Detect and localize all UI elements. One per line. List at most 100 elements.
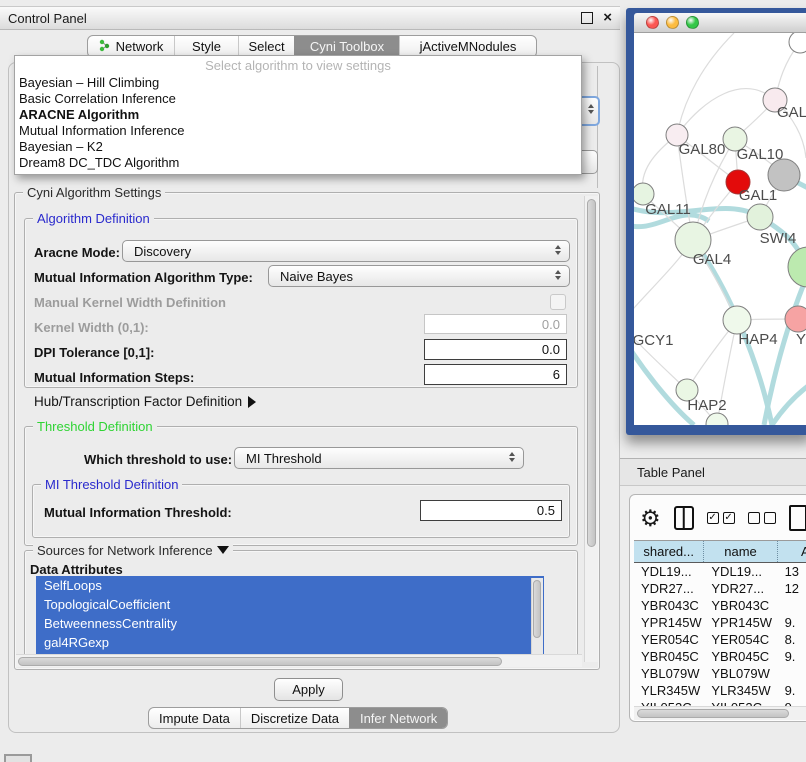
table-cell: YDL19... — [634, 563, 704, 580]
aracne-mode-combobox[interactable]: Discovery — [122, 240, 570, 262]
kernel-width-field[interactable]: 0.0 — [424, 314, 567, 334]
cyni-bottom-tabs: Impute DataDiscretize DataInfer Network — [148, 707, 448, 729]
mi-threshold-field[interactable]: 0.5 — [420, 500, 562, 521]
column-header-name[interactable]: name — [704, 541, 777, 562]
dropdown-item[interactable]: Bayesian – Hill Climbing — [15, 75, 581, 91]
which-threshold-combobox[interactable]: MI Threshold — [234, 447, 524, 469]
node-label: GAL1 — [739, 187, 777, 204]
tab-network[interactable]: Network — [88, 36, 174, 57]
dropdown-prompt: Select algorithm to view settings — [15, 56, 581, 75]
settings-scrollbar[interactable] — [584, 196, 598, 662]
tab-jactivemnodules[interactable]: jActiveMNodules — [399, 36, 536, 57]
table-row[interactable]: YIL052CYIL052C9. — [634, 699, 806, 706]
tab-select[interactable]: Select — [238, 36, 294, 57]
table-panel-titlebar: Table Panel — [620, 458, 806, 486]
network-node[interactable] — [788, 247, 806, 287]
attribute-item[interactable]: BetweennessCentrality — [36, 614, 544, 633]
manual-kernel-checkbox[interactable] — [550, 294, 566, 310]
tab-discretize-data[interactable]: Discretize Data — [240, 708, 349, 728]
mac-zoom-icon[interactable] — [686, 16, 699, 29]
apply-button[interactable]: Apply — [274, 678, 343, 701]
screenshot-root: Control Panel × NetworkStyleSelectCyni T… — [0, 0, 806, 762]
document-icon[interactable] — [789, 505, 806, 531]
network-node[interactable] — [723, 306, 751, 334]
hub-definition-toggle[interactable]: Hub/Transcription Factor Definition — [34, 394, 256, 409]
table-row[interactable]: YLR345WYLR345W9. — [634, 682, 806, 699]
dropdown-item[interactable]: Bayesian – K2 — [15, 139, 581, 155]
table-row[interactable]: YDL19...YDL19...13 — [634, 563, 806, 580]
settings-hscrollbar[interactable] — [16, 654, 582, 667]
node-label: GAL11 — [645, 201, 691, 218]
column-header-shared[interactable]: shared... — [634, 541, 704, 562]
network-window-titlebar[interactable] — [634, 13, 806, 33]
table-cell: YBR043C — [634, 597, 704, 614]
table-cell: YBR045C — [634, 648, 704, 665]
which-threshold-label: Which threshold to use: — [84, 452, 232, 467]
docked-panel-icon[interactable] — [4, 754, 32, 762]
node-label: GAL — [777, 104, 806, 121]
apply-button-label: Apply — [292, 682, 325, 697]
node-label: GAL10 — [737, 146, 784, 163]
dropdown-item[interactable]: Dream8 DC_TDC Algorithm — [15, 155, 581, 171]
table-cell: YDL19... — [704, 563, 777, 580]
network-view-window[interactable]: GALGAL80GAL10GAL1GAL11SWI4GAL4GCY1HAP4YH… — [626, 8, 806, 435]
tab-label: Select — [248, 39, 284, 54]
network-node[interactable] — [785, 306, 806, 332]
table-row[interactable]: YBL079WYBL079W — [634, 665, 806, 682]
mac-close-icon[interactable] — [646, 16, 659, 29]
network-canvas[interactable]: GALGAL80GAL10GAL1GAL11SWI4GAL4GCY1HAP4YH… — [634, 33, 806, 425]
manual-kernel-label: Manual Kernel Width Definition — [34, 295, 226, 310]
dropdown-item[interactable]: Mutual Information Inference — [15, 123, 581, 139]
sources-group-title[interactable]: Sources for Network Inference — [33, 543, 233, 558]
table-row[interactable]: YDR27...YDR27...12 — [634, 580, 806, 597]
dropdown-item[interactable]: Basic Correlation Inference — [15, 91, 581, 107]
gear-icon[interactable]: ⚙ — [640, 505, 661, 531]
table-row[interactable]: YBR045CYBR045C9. — [634, 648, 806, 665]
hide-columns-icon[interactable] — [748, 512, 776, 524]
mi-steps-field[interactable]: 6 — [424, 364, 567, 385]
network-node[interactable] — [789, 33, 806, 53]
data-attributes-list[interactable]: SelfLoopsTopologicalCoefficientBetweenne… — [36, 576, 544, 656]
node-table: shared...nameA YDL19...YDL19...13YDR27..… — [634, 540, 806, 720]
node-label: SWI4 — [760, 230, 797, 247]
attribute-item[interactable]: SelfLoops — [36, 576, 544, 595]
dropdown-item[interactable]: ARACNE Algorithm — [15, 107, 581, 123]
split-columns-icon[interactable] — [674, 506, 694, 530]
table-cell: YER054C — [704, 631, 777, 648]
network-node[interactable] — [747, 204, 773, 230]
dpi-tolerance-field[interactable]: 0.0 — [424, 339, 567, 360]
data-attributes-label: Data Attributes — [30, 562, 123, 577]
tab-label: Network — [116, 39, 164, 54]
sources-title-text: Sources for Network Inference — [37, 543, 213, 558]
mac-minimize-icon[interactable] — [666, 16, 679, 29]
table-hscrollbar[interactable] — [634, 706, 806, 720]
table-toolbar: ⚙ ✓✓ — [640, 503, 806, 533]
mi-steps-value: 6 — [553, 367, 560, 382]
mi-type-combobox[interactable]: Naive Bayes — [268, 265, 570, 287]
column-header-A[interactable]: A — [778, 541, 806, 562]
attribute-item[interactable]: gal4RGexp — [36, 633, 544, 652]
tab-cyni-toolbox[interactable]: Cyni Toolbox — [294, 36, 399, 57]
expand-right-icon — [248, 396, 256, 408]
table-cell: 9. — [778, 682, 806, 699]
dpi-tolerance-value: 0.0 — [542, 342, 560, 357]
table-cell: 13 — [778, 563, 806, 580]
close-icon[interactable]: × — [603, 13, 612, 23]
collapse-down-icon — [217, 546, 229, 554]
threshold-definition-title: Threshold Definition — [33, 419, 157, 434]
table-row[interactable]: YER054CYER054C8. — [634, 631, 806, 648]
attribute-list-scrollbar[interactable] — [531, 578, 543, 654]
show-columns-icon[interactable]: ✓✓ — [707, 512, 735, 524]
combo-arrows-icon — [509, 452, 515, 462]
tab-infer-network[interactable]: Infer Network — [349, 708, 447, 728]
tab-style[interactable]: Style — [174, 36, 238, 57]
table-row[interactable]: YBR043CYBR043C — [634, 597, 806, 614]
tab-label: Style — [192, 39, 221, 54]
mi-steps-label: Mutual Information Steps: — [34, 370, 194, 385]
float-window-icon[interactable] — [581, 12, 593, 24]
table-cell: 9. — [778, 648, 806, 665]
network-graph: GALGAL80GAL10GAL1GAL11SWI4GAL4GCY1HAP4YH… — [634, 33, 806, 425]
attribute-item[interactable]: TopologicalCoefficient — [36, 595, 544, 614]
tab-impute-data[interactable]: Impute Data — [149, 708, 240, 728]
table-row[interactable]: YPR145WYPR145W9. — [634, 614, 806, 631]
